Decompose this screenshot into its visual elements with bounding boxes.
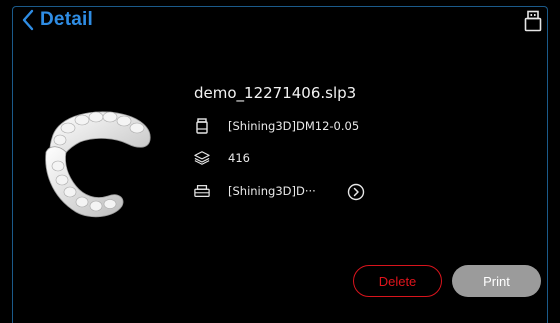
layers-icon [194, 150, 210, 166]
printer-row: [Shining3D]D··· [194, 181, 316, 201]
delete-button[interactable]: Delete [353, 265, 442, 297]
material-value: [Shining3D]DM12-0.05 [228, 119, 360, 133]
file-name: demo_12271406.slp3 [194, 84, 357, 102]
page-title: Detail [40, 9, 93, 30]
dental-model-thumbnail [36, 100, 164, 224]
printer-value: [Shining3D]D··· [228, 184, 316, 198]
print-button[interactable]: Print [452, 265, 541, 297]
chevron-left-icon [22, 8, 34, 32]
printer-icon [194, 183, 210, 199]
resin-bottle-icon [194, 118, 210, 134]
usb-drive-icon[interactable] [524, 10, 542, 32]
chevron-right-circle-icon[interactable] [347, 183, 365, 201]
material-row: [Shining3D]DM12-0.05 [194, 116, 359, 136]
layers-value: 416 [228, 151, 250, 165]
layers-row: 416 [194, 148, 250, 168]
back-button[interactable]: Detail [22, 6, 93, 34]
